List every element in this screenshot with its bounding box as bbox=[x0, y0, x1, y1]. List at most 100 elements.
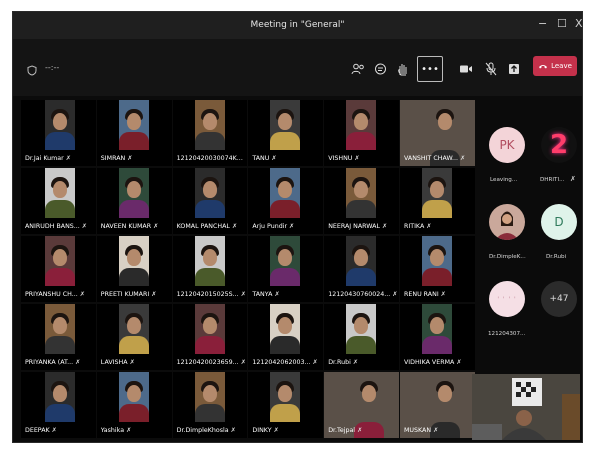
camera-icon[interactable] bbox=[455, 58, 477, 80]
side-name: DHRITI... bbox=[540, 177, 565, 183]
person-face bbox=[430, 181, 444, 198]
meeting-toolbar: --:-- ••• Leave bbox=[13, 39, 582, 96]
share-screen-icon[interactable] bbox=[503, 58, 525, 80]
participant-tile[interactable]: Dr.Rubi ✗ bbox=[324, 304, 399, 370]
participant-tile[interactable]: Dr.DimpleKhosla ✗ bbox=[172, 372, 248, 438]
participant-tile[interactable]: ANIRUDH BANS... ✗ bbox=[21, 168, 96, 234]
participant-name-text: NEERAJ NARWAL bbox=[328, 223, 380, 230]
video-feed bbox=[346, 304, 377, 354]
participant-tile[interactable]: PRIYANSHU CH... ✗ bbox=[21, 236, 96, 302]
leave-button[interactable]: Leave bbox=[533, 56, 577, 76]
participant-tile[interactable]: VANSHIT CHAW... ✗ bbox=[400, 100, 475, 166]
mic-off-icon: ✗ bbox=[289, 223, 295, 230]
participant-tile[interactable]: Yashika ✗ bbox=[96, 372, 172, 438]
video-feed bbox=[45, 304, 75, 354]
more-actions-button[interactable]: ••• bbox=[417, 56, 443, 82]
video-feed bbox=[194, 100, 225, 150]
person-face bbox=[126, 385, 141, 402]
person-face bbox=[354, 181, 369, 198]
participant-tile[interactable]: LAVISHA ✗ bbox=[96, 304, 172, 370]
raise-hand-icon[interactable] bbox=[392, 58, 414, 80]
participant-tile[interactable]: DEEPAK ✗ bbox=[21, 372, 96, 438]
video-feed bbox=[45, 236, 75, 286]
mic-off-icon: ✗ bbox=[79, 291, 86, 298]
participant-tile[interactable]: KOMAL PANCHAL ✗ bbox=[172, 168, 248, 234]
more-participants-badge[interactable]: +47 bbox=[541, 281, 577, 317]
person-face bbox=[354, 317, 369, 334]
avatar-d[interactable]: D bbox=[541, 204, 577, 240]
participant-name-text: VIDHIKA VERMA bbox=[404, 359, 455, 366]
participant-tile[interactable]: Arju Pundir ✗ bbox=[248, 168, 324, 234]
person-body bbox=[346, 268, 377, 286]
participant-name-text: Yashika bbox=[100, 427, 125, 434]
maximize-button[interactable]: ☐ bbox=[557, 17, 567, 30]
teams-meeting-window: Meeting in "General" − ☐ X --:-- ••• Lea… bbox=[12, 11, 583, 443]
participant-tile[interactable]: NEERAJ NARWAL ✗ bbox=[324, 168, 399, 234]
participant-tile[interactable]: 1212042015025S... ✗ bbox=[172, 236, 248, 302]
participant-name: SIMRAN ✗ bbox=[101, 155, 170, 162]
participant-tile[interactable]: PRIYANKA (AT... ✗ bbox=[21, 304, 96, 370]
participant-tile[interactable]: PREETI KUMARI ✗ bbox=[96, 236, 172, 302]
side-name: Leaving... bbox=[490, 177, 518, 183]
participant-name: 12120420023659... ✗ bbox=[177, 359, 246, 366]
participant-name-text: LAVISHA bbox=[100, 359, 128, 366]
video-feed bbox=[422, 236, 452, 286]
participant-name-text: 1212042015025S... bbox=[176, 291, 239, 298]
participant-tile[interactable]: Dr.Tejpal ✗ bbox=[324, 372, 399, 438]
person-body bbox=[422, 268, 452, 286]
avatar-pk[interactable]: PK bbox=[489, 127, 525, 163]
participant-tile[interactable]: RITIKA ✗ bbox=[400, 168, 475, 234]
side-name: Dr.Rubi bbox=[546, 254, 567, 260]
video-feed bbox=[45, 168, 75, 218]
participant-tile[interactable]: Dr.Jai Kumar ✗ bbox=[21, 100, 96, 166]
person-face bbox=[126, 181, 141, 198]
video-feed bbox=[270, 168, 301, 218]
video-tile-large[interactable] bbox=[472, 374, 580, 440]
video-feed bbox=[118, 100, 149, 150]
mic-muted-icon[interactable] bbox=[480, 58, 502, 80]
person-face bbox=[437, 113, 452, 130]
person-face bbox=[53, 385, 67, 402]
participant-tile[interactable]: NAVEEN KUMAR ✗ bbox=[96, 168, 172, 234]
avatar-dhriti[interactable]: 2 bbox=[541, 127, 577, 163]
participant-name: 1212042062003... ✗ bbox=[252, 359, 321, 366]
participant-tile[interactable]: TANU ✗ bbox=[248, 100, 324, 166]
minimize-button[interactable]: − bbox=[538, 17, 547, 30]
avatar-photo-dimple[interactable] bbox=[489, 204, 525, 240]
person-body bbox=[194, 132, 225, 150]
participant-tile[interactable]: SIMRAN ✗ bbox=[96, 100, 172, 166]
meeting-timer: --:-- bbox=[45, 63, 60, 72]
person-body bbox=[422, 336, 452, 354]
participant-name: VISHNU ✗ bbox=[328, 155, 397, 162]
participant-tile[interactable]: VIDHIKA VERMA ✗ bbox=[400, 304, 475, 370]
video-feed bbox=[422, 168, 452, 218]
participant-tile[interactable]: TANYA ✗ bbox=[248, 236, 324, 302]
shield-icon[interactable] bbox=[27, 61, 37, 80]
mic-off-icon: ✗ bbox=[126, 427, 132, 434]
participant-tile[interactable]: DINKY ✗ bbox=[248, 372, 324, 438]
video-feed bbox=[194, 372, 225, 422]
participant-name: Dr.Tejpal ✗ bbox=[328, 427, 397, 434]
people-icon[interactable] bbox=[347, 58, 369, 80]
chat-icon[interactable] bbox=[369, 58, 391, 80]
mic-off-icon: ✗ bbox=[230, 427, 236, 434]
person-body bbox=[118, 200, 149, 218]
video-feed bbox=[346, 236, 377, 286]
video-feed bbox=[194, 304, 225, 354]
participant-tile[interactable]: 1212042062003... ✗ bbox=[248, 304, 324, 370]
close-button[interactable]: X bbox=[575, 17, 583, 30]
participant-tile[interactable]: RENU RANI ✗ bbox=[400, 236, 475, 302]
participant-name: 12120430760024... ✗ bbox=[328, 291, 397, 298]
participant-name-text: Dr.Rubi bbox=[328, 359, 351, 366]
participant-name: PRIYANKA (AT... ✗ bbox=[25, 359, 94, 366]
participant-tile[interactable]: MUSKAN ✗ bbox=[400, 372, 475, 438]
video-feed bbox=[270, 372, 301, 422]
participant-tile[interactable]: 12120430760024... ✗ bbox=[324, 236, 399, 302]
avatar-photo-121204307[interactable]: ' ' ' ' bbox=[489, 281, 525, 317]
mic-off-icon: ✗ bbox=[153, 223, 159, 230]
participant-tile[interactable]: 12120420023659... ✗ bbox=[172, 304, 248, 370]
participant-tile[interactable]: 12120420030074K...✗ bbox=[172, 100, 248, 166]
participant-name-text: RITIKA bbox=[404, 223, 425, 230]
person-face bbox=[430, 249, 444, 266]
participant-tile[interactable]: VISHNU ✗ bbox=[324, 100, 399, 166]
